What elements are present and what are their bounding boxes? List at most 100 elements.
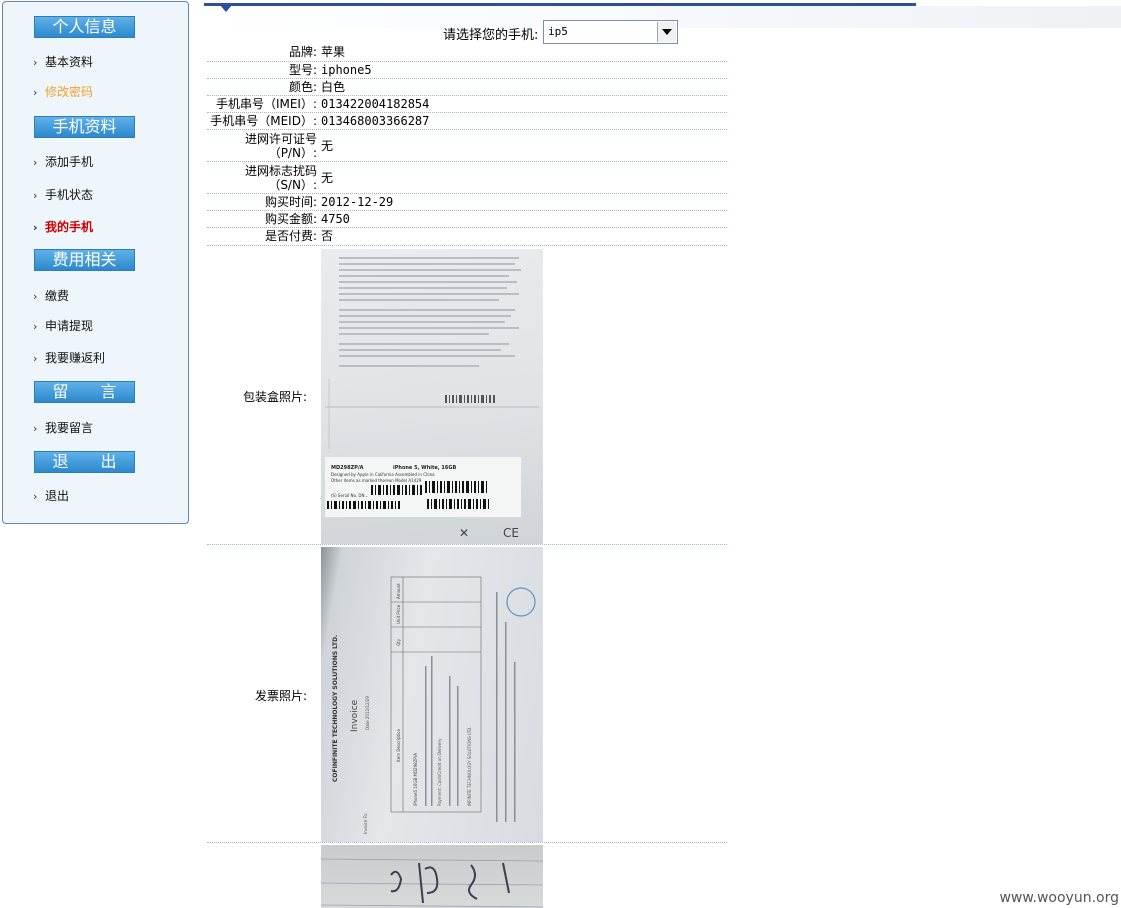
box-photo-image: MD298ZP/A iPhone 5, White, 16GB Designed… <box>325 257 539 540</box>
invoice-photo-label: 发票照片: <box>255 689 308 703</box>
chevron-right-icon: › <box>33 189 38 202</box>
nav-item-phone-status[interactable]: › 手机状态 <box>33 187 93 203</box>
invoice-footer: INFINITE TECHNOLOGY SOLUTIONS LTD. <box>467 726 472 806</box>
detail-row-sn: 进网标志扰码（S/N）: 无 <box>207 162 727 194</box>
detail-value: iphone5 <box>321 63 372 77</box>
invoice-col-qty: Qty <box>396 638 401 646</box>
detail-row-brand: 品牌: 苹果 <box>207 44 727 62</box>
nav-item-label: 修改密码 <box>45 85 94 99</box>
note-photo[interactable] <box>321 845 543 908</box>
detail-label: 品牌: <box>288 45 317 59</box>
section-head-personal-info: 个人信息 <box>34 16 135 38</box>
watermark: www.wooyun.org <box>999 890 1119 906</box>
phone-select[interactable]: ip5 <box>543 20 678 44</box>
detail-row-model: 型号: iphone5 <box>207 62 727 79</box>
nav-item-logout[interactable]: › 退出 <box>33 488 69 504</box>
detail-label: 进网标志扰码（S/N）: <box>244 164 317 192</box>
recycle-bin-icon: ✕ <box>459 526 469 540</box>
detail-value: 4750 <box>321 212 350 226</box>
invoice-remark: Payment: Cash/Credit on Delivery <box>437 738 442 806</box>
chevron-right-icon: › <box>33 290 38 303</box>
nav-item-label: 缴费 <box>45 289 70 303</box>
detail-label: 手机串号（IMEI）: <box>215 97 317 111</box>
detail-value: 苹果 <box>321 45 346 59</box>
detail-row-purchase-date: 购买时间: 2012-12-29 <box>207 194 727 211</box>
detail-row-paid: 是否付费: 否 <box>207 228 727 246</box>
detail-value: 无 <box>321 171 334 185</box>
nav-item-pay-fee[interactable]: › 缴费 <box>33 288 69 304</box>
nav-item-label: 基本资料 <box>45 55 94 69</box>
chevron-right-icon: › <box>33 56 38 69</box>
company-stamp-icon <box>506 587 536 617</box>
sidebar: 个人信息 › 基本资料 › 修改密码 手机资料 › 添加手机 › 手机状态 › 我的手机 … <box>2 1 189 524</box>
detail-row-pn: 进网许可证号（P/N）: 无 <box>207 130 727 162</box>
invoice-photo[interactable]: COFINFINITE TECHNOLOGY SOLUTIONS LTD. In… <box>321 547 543 842</box>
invoice-item: iPhone5 16GB MD298ZP/A <box>413 753 418 806</box>
box-photo[interactable]: MD298ZP/A iPhone 5, White, 16GB Designed… <box>321 249 543 544</box>
nav-item-label: 退出 <box>45 489 70 503</box>
section-head-logout: 退 出 <box>34 451 135 473</box>
detail-label: 手机串号（MEID）: <box>210 114 317 128</box>
detail-label: 进网许可证号（P/N）: <box>244 132 317 160</box>
chevron-right-icon: › <box>33 156 38 169</box>
chevron-right-icon: › <box>33 422 38 435</box>
detail-value: 2012-12-29 <box>321 195 394 209</box>
nav-item-label: 手机状态 <box>45 188 94 202</box>
detail-label: 是否付费: <box>264 229 317 243</box>
box-label-serial: (S) Serial No. DN... <box>331 493 368 498</box>
detail-row-meid: 手机串号（MEID）: 013468003366287 <box>207 113 727 130</box>
detail-value: 无 <box>321 139 334 153</box>
chevron-right-icon: › <box>33 86 38 99</box>
detail-value: 否 <box>321 229 334 243</box>
detail-label: 型号: <box>288 63 317 77</box>
chevron-right-icon: › <box>33 352 38 365</box>
detail-label: 购买金额: <box>264 212 317 226</box>
section-head-phone-info: 手机资料 <box>34 116 135 138</box>
invoice-company: COFINFINITE TECHNOLOGY SOLUTIONS LTD. <box>332 635 339 782</box>
box-label-product: iPhone 5, White, 16GB <box>393 465 456 471</box>
invoice-to: Invoice To: <box>363 813 368 834</box>
section-head-message: 留 言 <box>34 381 135 403</box>
invoice-col-amount: Amount <box>396 583 401 599</box>
box-label-model: MD298ZP/A <box>331 465 364 471</box>
invoice-col-item: Item Description <box>396 728 401 762</box>
detail-label: 购买时间: <box>264 195 317 209</box>
invoice-title: Invoice <box>350 699 360 732</box>
note-photo-image <box>321 858 543 908</box>
chevron-right-icon: › <box>33 320 38 333</box>
detail-value: 013468003366287 <box>321 114 430 128</box>
box-photo-label: 包装盒照片: <box>243 390 308 404</box>
nav-item-label: 我要留言 <box>45 421 94 435</box>
invoice-col-unit-price: Unit Price <box>396 604 401 624</box>
box-label-design: Designed by Apple in California Assemble… <box>331 472 435 477</box>
nav-item-label: 申请提现 <box>45 319 94 333</box>
box-label-other: Other items as marked thereon Model A142… <box>331 478 422 483</box>
phone-select-label: 请选择您的手机: <box>443 28 539 43</box>
invoice-photo-image: COFINFINITE TECHNOLOGY SOLUTIONS LTD. In… <box>332 576 536 834</box>
nav-item-leave-message[interactable]: › 我要留言 <box>33 420 93 436</box>
nav-item-withdraw[interactable]: › 申请提现 <box>33 318 93 334</box>
detail-row-imei: 手机串号（IMEI）: 013422004182854 <box>207 96 727 113</box>
ce-mark-icon: CE <box>503 526 519 540</box>
header-rule <box>204 3 916 6</box>
nav-item-add-phone[interactable]: › 添加手机 <box>33 154 93 170</box>
chevron-down-icon[interactable] <box>657 22 676 42</box>
nav-item-my-phone[interactable]: › 我的手机 <box>33 219 93 235</box>
detail-row-color: 颜色: 白色 <box>207 79 727 96</box>
nav-item-basic-profile[interactable]: › 基本资料 <box>33 54 93 70</box>
detail-row-purchase-amount: 购买金额: 4750 <box>207 211 727 228</box>
tab-pointer-icon <box>220 5 232 12</box>
nav-item-label: 我的手机 <box>45 220 94 234</box>
section-head-fees: 费用相关 <box>34 249 135 271</box>
nav-item-earn-rebate[interactable]: › 我要赚返利 <box>33 350 105 366</box>
nav-item-label: 添加手机 <box>45 155 94 169</box>
invoice-date: Date 2012/12/29 <box>365 696 370 730</box>
nav-item-label: 我要赚返利 <box>45 351 106 365</box>
detail-value: 白色 <box>321 80 346 94</box>
phone-select-value: ip5 <box>548 25 568 38</box>
nav-item-change-password[interactable]: › 修改密码 <box>33 84 93 100</box>
chevron-right-icon: › <box>33 221 38 234</box>
detail-value: 013422004182854 <box>321 97 430 111</box>
chevron-right-icon: › <box>33 490 38 503</box>
detail-label: 颜色: <box>288 80 317 94</box>
